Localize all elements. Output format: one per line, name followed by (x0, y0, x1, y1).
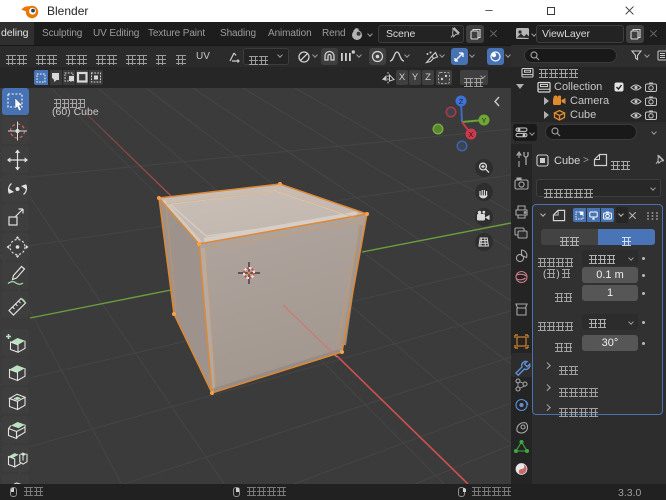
svg-text:Z: Z (459, 99, 464, 106)
svg-text:X: X (469, 132, 474, 139)
svg-text:Y: Y (482, 118, 487, 125)
